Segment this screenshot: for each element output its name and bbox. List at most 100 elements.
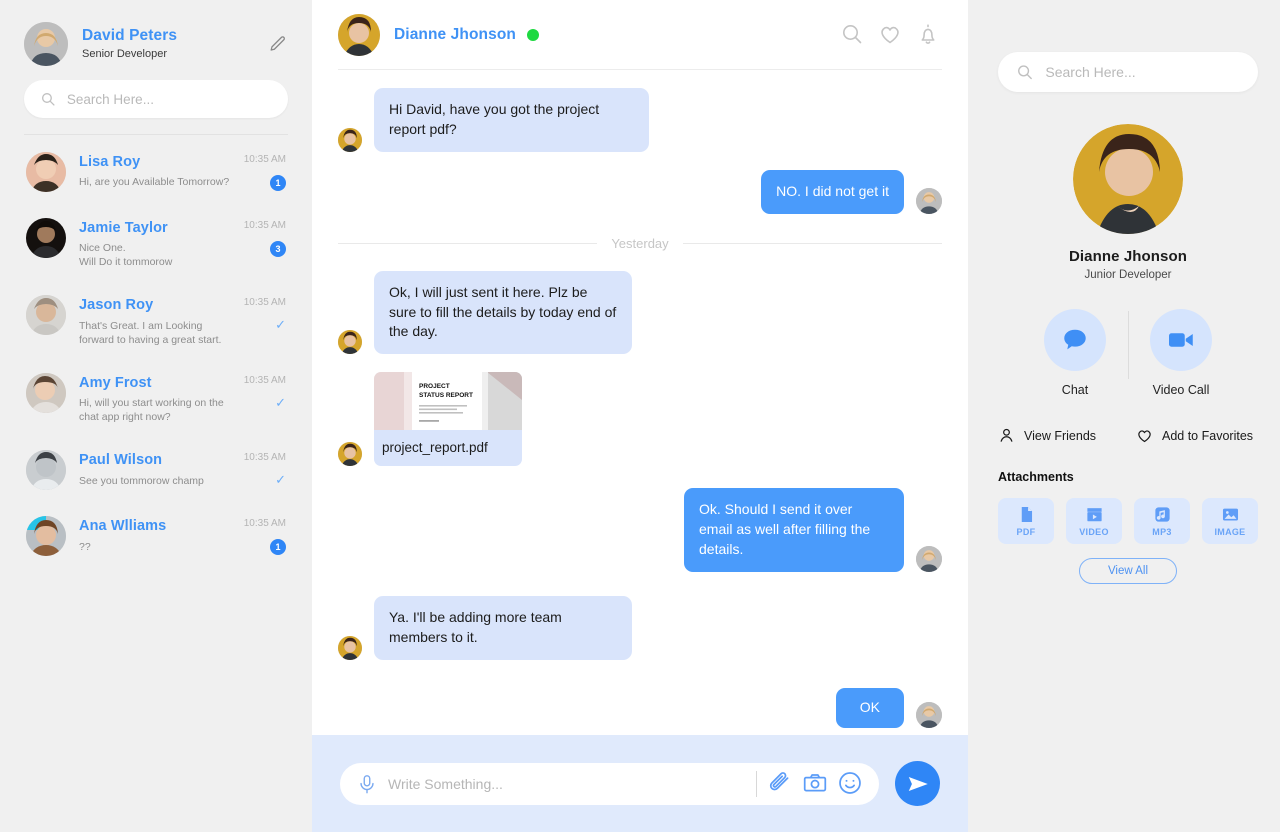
contact-snippet: Hi, will you start working on the chat a… (79, 397, 224, 424)
pdf-thumbnail-icon: PROJECT STATUS REPORT (374, 372, 522, 431)
avatar (26, 372, 66, 413)
avatar (916, 545, 942, 572)
contact-snippet: See you tommorow champ (79, 474, 204, 487)
list-item[interactable]: Ana Wlliams ?? 10:35 AM 1 (22, 503, 290, 569)
attachment-icon[interactable] (767, 770, 795, 798)
contact-list: Lisa Roy Hi, are you Available Tomorrow?… (0, 139, 312, 569)
microphone-icon (360, 774, 374, 793)
message-bubble: Ya. I'll be adding more team members to … (374, 595, 632, 660)
view-all-container: View All (998, 558, 1258, 584)
list-item[interactable]: Paul Wilson See you tommorow champ 10:35… (22, 437, 290, 503)
left-sidebar: David Peters Senior Developer Search Her… (0, 0, 312, 832)
heart-icon[interactable] (878, 22, 904, 48)
chip-label: PDF (1016, 527, 1036, 537)
avatar (338, 127, 362, 152)
divider-line (682, 242, 942, 244)
list-item[interactable]: Amy Frost Hi, will you start working on … (22, 360, 290, 437)
search-icon (41, 93, 55, 106)
chat-action-button[interactable]: Chat (1023, 309, 1128, 397)
contact-name: Amy Frost (79, 374, 152, 391)
contact-search-bar[interactable] (998, 52, 1258, 92)
list-item[interactable]: Jason Roy That's Great. I am Looking for… (22, 282, 290, 359)
avatar[interactable] (338, 14, 380, 56)
message-input[interactable] (388, 775, 746, 792)
message-bubble: Ok, I will just sent it here. Plz be sur… (374, 270, 632, 355)
unread-badge: 1 (270, 175, 286, 191)
profile-meta: David Peters Senior Developer (82, 27, 252, 62)
camera-icon[interactable] (802, 770, 830, 798)
avatar (26, 516, 66, 557)
search-input[interactable] (1045, 64, 1240, 80)
action-label: Chat (1061, 383, 1089, 397)
composer-icons (767, 770, 865, 798)
list-item[interactable]: Lisa Roy Hi, are you Available Tomorrow?… (22, 139, 290, 205)
current-user-profile: David Peters Senior Developer (0, 0, 312, 66)
profile-role: Senior Developer (82, 48, 167, 61)
pencil-icon[interactable] (266, 33, 288, 55)
divider-line (338, 242, 598, 244)
heart-icon (1138, 430, 1151, 443)
contact-name: Paul Wilson (79, 452, 163, 469)
list-item[interactable]: Jamie Taylor Nice One. Will Do it tommor… (22, 205, 290, 282)
attachment-chip-video[interactable]: VIDEO (1066, 498, 1122, 544)
contact-meta: 10:35 AM ✓ (244, 295, 286, 331)
clapperboard-icon (1086, 508, 1102, 522)
avatar[interactable] (24, 22, 68, 66)
chip-label: VIDEO (1079, 527, 1109, 537)
contact-meta: 10:35 AM ✓ (244, 373, 286, 409)
search-bar[interactable] (24, 80, 288, 118)
message-row: NO. I did not get it (338, 169, 942, 214)
unread-badge: 3 (270, 241, 286, 257)
avatar (26, 218, 66, 258)
timestamp: 10:35 AM (243, 154, 286, 165)
timestamp: 10:35 AM (243, 452, 286, 464)
contact-name: Ana Wlliams (79, 518, 167, 535)
attachment-card[interactable]: PROJECT STATUS REPORT project_report.pdf (374, 372, 522, 467)
image-icon (1222, 508, 1238, 521)
contact-body: Jamie Taylor Nice One. Will Do it tommor… (79, 218, 231, 269)
music-note-icon (1154, 507, 1170, 522)
unread-badge: 1 (270, 539, 286, 556)
video-call-action-button[interactable]: Video Call (1129, 309, 1234, 397)
contact-role: Junior Developer (1084, 269, 1172, 281)
chip-label: IMAGE (1214, 527, 1246, 537)
avatar (26, 295, 66, 336)
contact-meta: 10:35 AM 1 (244, 516, 286, 556)
video-camera-icon (1169, 333, 1193, 347)
svg-text:PROJECT: PROJECT (419, 383, 450, 390)
contact-snippet: That's Great. I am Looking forward to ha… (79, 319, 222, 346)
composer-input-wrapper[interactable] (340, 762, 879, 805)
attachments-title: Attachments (998, 470, 1074, 484)
emoji-icon[interactable] (837, 770, 865, 798)
profile-name: David Peters (82, 26, 178, 44)
attachment-filename: project_report.pdf (382, 440, 488, 456)
contact-name: Dianne Jhonson (1068, 248, 1188, 265)
attachment-chip-image[interactable]: IMAGE (1202, 498, 1258, 544)
view-friends-link[interactable]: View Friends (998, 427, 1116, 444)
search-icon[interactable] (840, 22, 866, 48)
day-divider: Yesterday (338, 236, 942, 251)
add-to-favorites-link[interactable]: Add to Favorites (1136, 427, 1253, 444)
contact-meta: 10:35 AM ✓ (244, 450, 286, 486)
view-all-button[interactable]: View All (1078, 558, 1178, 584)
send-button[interactable] (895, 761, 940, 806)
link-label: View Friends (1024, 428, 1097, 443)
attachment-chip-mp3[interactable]: MP3 (1134, 498, 1190, 544)
contact-snippet: Hi, are you Available Tomorrow? (79, 176, 230, 189)
contact-body: Amy Frost Hi, will you start working on … (79, 373, 231, 424)
svg-text:STATUS REPORT: STATUS REPORT (419, 392, 473, 399)
contact-meta: 10:35 AM 1 (244, 152, 286, 191)
attachment-chip-pdf[interactable]: PDF (998, 498, 1054, 544)
action-circle (1044, 309, 1106, 371)
avatar (26, 450, 66, 491)
avatar (916, 187, 942, 214)
chat-application: David Peters Senior Developer Search Her… (0, 0, 1280, 832)
chat-panel: Dianne Jhonson Hi David, have you got th… (312, 0, 968, 832)
bell-icon[interactable] (916, 22, 942, 48)
search-input[interactable] (66, 91, 272, 107)
search-icon (1018, 65, 1032, 80)
divider (756, 770, 757, 797)
message-row: Ok. Should I send it over email as well … (338, 488, 942, 572)
avatar (338, 635, 362, 660)
contact-body: Jason Roy That's Great. I am Looking for… (79, 295, 231, 346)
